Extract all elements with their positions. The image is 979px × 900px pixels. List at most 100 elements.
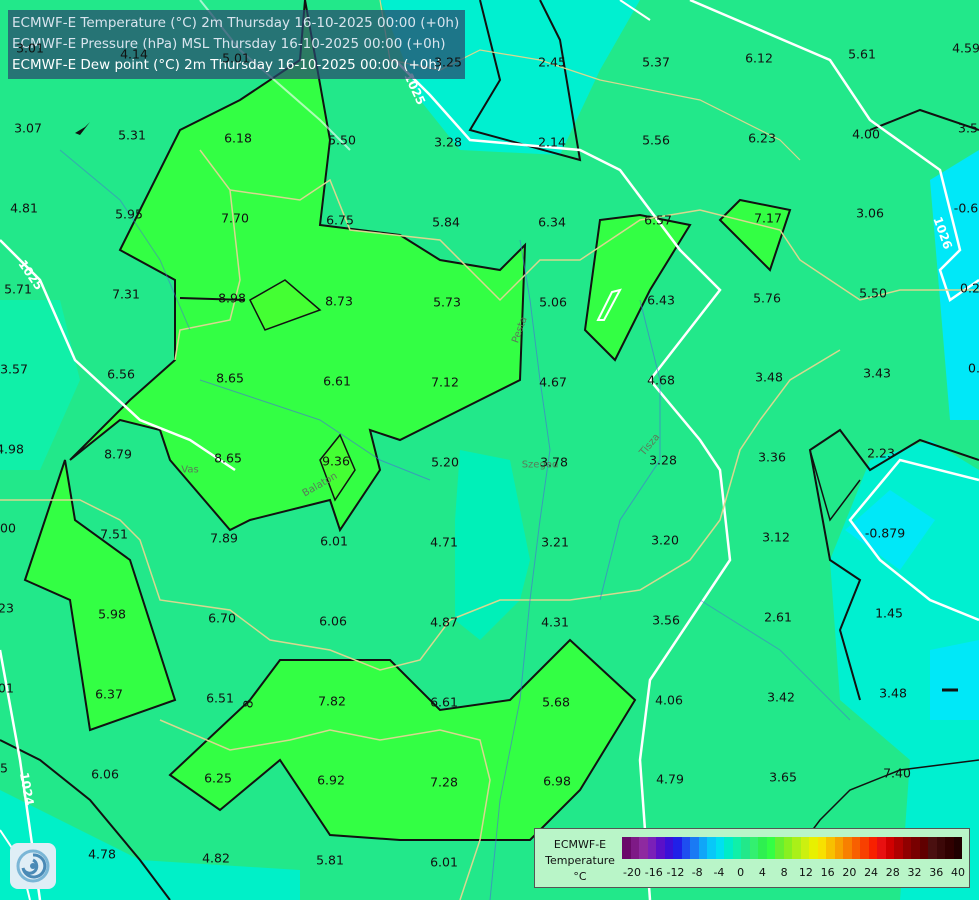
temp-value: 3.48 <box>755 369 783 385</box>
legend-swatch <box>758 837 767 859</box>
temp-value: 5.71 <box>4 281 32 297</box>
temp-value: 0. <box>968 360 979 376</box>
legend-swatch <box>775 837 784 859</box>
temp-value: 4.14 <box>120 46 148 62</box>
temp-value: 6.56 <box>107 366 135 382</box>
temp-value: 5.61 <box>848 46 876 62</box>
temp-value: 3.42 <box>767 689 795 705</box>
legend-swatch <box>732 837 741 859</box>
temp-value: 6.01 <box>430 854 458 870</box>
swirl-icon <box>16 849 50 883</box>
legend-swatch <box>885 837 894 859</box>
legend-swatch <box>834 837 843 859</box>
temp-value: 6.57 <box>644 212 672 228</box>
temp-value: 7.31 <box>112 286 140 302</box>
legend-swatch <box>681 837 690 859</box>
temp-value: 5.56 <box>642 132 670 148</box>
temp-value: 4.67 <box>539 374 567 390</box>
legend-swatch <box>877 837 886 859</box>
temp-value: .01 <box>0 680 14 696</box>
temp-value: 7.82 <box>318 693 346 709</box>
temp-value: 6.34 <box>538 214 566 230</box>
temp-value: 4.00 <box>852 126 880 142</box>
legend-title-variable: Temperature <box>545 854 615 867</box>
legend-tick-label: 0 <box>737 866 745 879</box>
place-label: Vas <box>181 464 199 476</box>
legend-title-model: ECMWF-E <box>553 838 607 851</box>
temp-value: 6.23 <box>748 130 776 146</box>
meteo-logo[interactable] <box>10 843 56 889</box>
legend-tick-label: 40 <box>951 866 965 879</box>
legend-swatch <box>715 837 724 859</box>
temp-value: 8.65 <box>216 370 244 386</box>
legend-tick-label: 28 <box>885 866 900 879</box>
legend-tick-label: -8 <box>691 866 703 879</box>
temp-value: 4.81 <box>10 200 38 216</box>
legend-tick-label: -16 <box>644 866 663 879</box>
legend-color-bar <box>622 837 962 859</box>
legend-tick-label: 32 <box>907 866 922 879</box>
legend-unit: °C <box>573 870 587 883</box>
temp-value: 5.95 <box>115 206 143 222</box>
legend-title: ECMWF-E Temperature °C <box>539 837 621 885</box>
weather-map[interactable]: 1025 1025 1026 1024 Pesta Vas Szeged Bal… <box>0 0 979 900</box>
temp-value: 8.73 <box>325 293 353 309</box>
temp-value: 6.37 <box>95 686 123 702</box>
legend-swatch <box>783 837 792 859</box>
legend-swatch <box>902 837 911 859</box>
temp-value: 3.57 <box>0 361 28 377</box>
temp-value: 4.68 <box>647 372 675 388</box>
temp-value: 3.36 <box>758 449 786 465</box>
temp-value: 6.01 <box>320 533 348 549</box>
legend-swatch <box>800 837 809 859</box>
legend-swatch <box>928 837 937 859</box>
legend-tick-label: 36 <box>929 866 944 879</box>
legend-swatch <box>749 837 758 859</box>
legend-swatch <box>741 837 750 859</box>
temp-value: 6.98 <box>543 773 571 789</box>
temp-value: 4.82 <box>202 850 230 866</box>
temp-value: 3.78 <box>540 454 568 470</box>
temp-value: 2.23 <box>867 445 895 461</box>
temp-value: 3.28 <box>649 452 677 468</box>
legend-tick-label: -20 <box>623 866 641 879</box>
temp-value: 2.45 <box>538 54 566 70</box>
legend-swatch <box>630 837 639 859</box>
temp-value: 2.14 <box>538 134 566 150</box>
temp-value: 8.98 <box>218 290 246 306</box>
temp-value: 6.75 <box>326 212 354 228</box>
temp-value: 7.17 <box>754 210 782 226</box>
legend-swatch <box>639 837 648 859</box>
legend-swatch <box>894 837 903 859</box>
legend-tick-label: 12 <box>798 866 813 879</box>
temp-value: .00 <box>0 520 16 536</box>
legend-swatch <box>809 837 818 859</box>
temp-value: 4.71 <box>430 534 458 550</box>
legend-swatch <box>860 837 869 859</box>
temp-value: 4.98 <box>0 441 24 457</box>
legend-ticks: -20 -16 -12 -8 -4 0 4 8 12 16 20 24 28 32 36 40 <box>622 866 965 880</box>
temp-value: 3.07 <box>14 120 42 136</box>
legend-swatch <box>945 837 954 859</box>
temp-value: 3.21 <box>541 534 569 550</box>
legend-tick-label: -12 <box>666 866 685 879</box>
temp-value: 8.79 <box>104 446 132 462</box>
temp-value: 6.61 <box>323 373 351 389</box>
temp-value: 5.20 <box>431 454 459 470</box>
temp-value: 7.51 <box>100 526 128 542</box>
legend-tick-label: 4 <box>758 866 766 879</box>
temp-value: 1.45 <box>875 605 903 621</box>
temp-value: 5.84 <box>432 214 460 230</box>
temp-value: 6.70 <box>208 610 236 626</box>
temp-value: 7.89 <box>210 530 238 546</box>
temp-value: 5.01 <box>222 50 250 66</box>
legend-swatch <box>707 837 716 859</box>
temp-value: 4.59 <box>952 40 979 56</box>
temp-value: 6.51 <box>206 690 234 706</box>
temp-value: 7.70 <box>221 210 249 226</box>
legend-swatch <box>690 837 699 859</box>
temp-value: 6.43 <box>647 292 675 308</box>
legend-swatch <box>953 837 962 859</box>
temp-value: 3.43 <box>863 365 891 381</box>
temp-value: 3.25 <box>434 54 462 70</box>
